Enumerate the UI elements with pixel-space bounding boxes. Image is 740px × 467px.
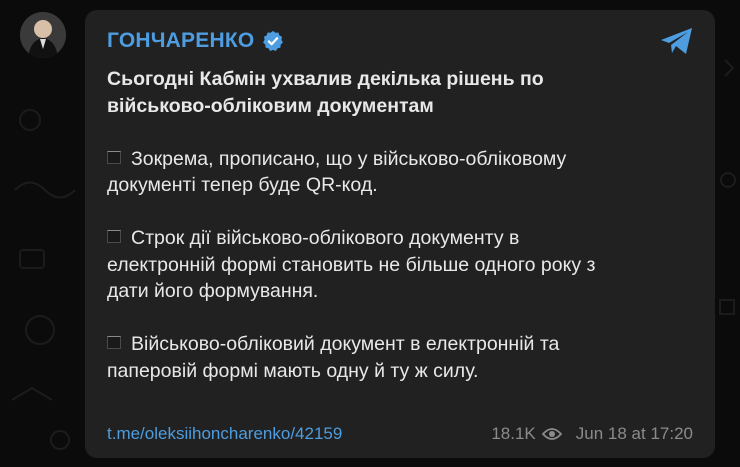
channel-name[interactable]: ГОНЧАРЕНКО: [107, 29, 254, 53]
verified-badge-icon: [263, 30, 284, 51]
channel-avatar[interactable]: [20, 12, 66, 58]
paragraph-1-line-1: Зокрема, прописано, що у військово-облік…: [107, 146, 697, 173]
view-count: 18.1K: [491, 424, 536, 443]
paragraph-2-line-2: електронній формі становить не більше од…: [107, 253, 596, 276]
black-square-icon: [107, 230, 121, 243]
black-square-icon: [107, 150, 121, 164]
eye-icon: [541, 428, 562, 440]
share-icon[interactable]: [659, 26, 695, 56]
message-text: Сьогодні Кабмін ухвалив декілька рішень …: [107, 66, 697, 384]
message-meta: 18.1K Jun 18 at 17:20: [491, 424, 693, 444]
paragraph-3-line-2: паперовій формі мають одну й ту ж силу.: [107, 359, 479, 382]
post-timestamp: Jun 18 at 17:20: [575, 424, 693, 443]
paragraph-2-line-1: Строк дії військово-облікового документу…: [107, 225, 697, 252]
paragraph-1-line-2: документі тепер буде QR-код.: [107, 174, 378, 196]
message-footer: t.me/oleksiihoncharenko/42159 18.1K Jun …: [107, 424, 693, 444]
channel-title[interactable]: ГОНЧАРЕНКО: [107, 29, 284, 53]
paragraph-3-line-1: Військово-обліковий документ в електронн…: [107, 331, 697, 358]
headline-line-2: військово-обліковим документам: [107, 94, 434, 117]
headline-line-1: Сьогодні Кабмін ухвалив декілька рішень …: [107, 68, 544, 90]
paragraph-2-line-3: дати його формування.: [107, 280, 319, 302]
avatar-image: [20, 12, 66, 58]
message-card: ГОНЧАРЕНКО Сьогодні Кабмін ухвалив декіл…: [85, 10, 715, 458]
post-link[interactable]: t.me/oleksiihoncharenko/42159: [107, 424, 342, 444]
black-square-icon: [107, 336, 121, 349]
